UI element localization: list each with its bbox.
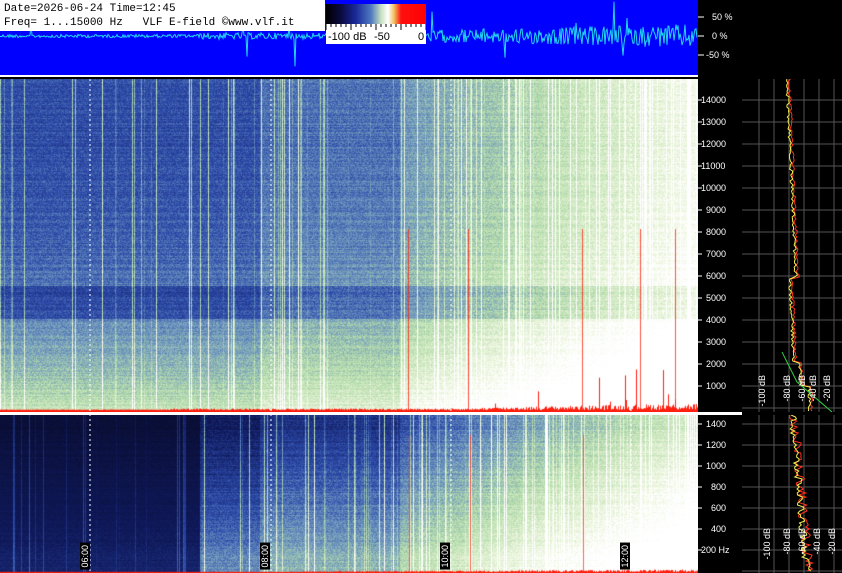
lower-tick-1400: 1400: [706, 419, 727, 429]
color-scale: -100 dB -50 0: [326, 4, 426, 44]
lower-db-label-40: -40 dB: [812, 528, 822, 555]
upper-tick-1000: 1000: [706, 381, 727, 391]
upper-tick-11000: 11000: [701, 161, 726, 171]
upper-db-label-20: -20 dB: [822, 375, 832, 402]
lower-db-label-20: -20 dB: [827, 528, 837, 555]
upper-tick-10000: 10000: [701, 183, 727, 193]
upper-tick-3000: 3000: [706, 337, 727, 347]
waveform-label-50: 50 %: [712, 12, 733, 22]
spectrum-plot-upper: [742, 79, 842, 412]
time-label-0800: 08:00: [260, 543, 270, 570]
lower-tick-1000: 1000: [706, 461, 727, 471]
lower-tick-800: 800: [711, 482, 727, 492]
lower-tick-1200: 1200: [706, 440, 727, 450]
lower-db-label-100: -100 dB: [762, 528, 772, 560]
upper-frequency-axis: 14000 13000 12000 11000 10000 9000 8000 …: [698, 79, 742, 412]
upper-tick-14000: 14000: [701, 95, 727, 105]
upper-tick-12000: 12000: [701, 139, 727, 149]
upper-tick-4000: 4000: [706, 315, 727, 325]
lower-frequency-axis: 1400 1200 1000 800 600 400 200 Hz: [698, 415, 742, 573]
lower-tick-400: 400: [711, 524, 727, 534]
time-label-1000: 10:00: [440, 543, 450, 570]
time-grid: [89, 79, 632, 573]
frequency-label: Freq= 1...15000 Hz VLF E-field ©www.vlf.…: [4, 17, 295, 29]
date-time-label: Date=2026-06-24 Time=12:45: [4, 3, 176, 15]
upper-tick-8000: 8000: [706, 227, 727, 237]
lower-db-label-80: -80 dB: [782, 528, 792, 555]
upper-tick-5000: 5000: [706, 293, 727, 303]
upper-db-label-40: -40 dB: [808, 375, 818, 402]
color-scale-label-mid: -50: [374, 31, 390, 43]
upper-tick-2000: 2000: [706, 359, 727, 369]
waveform-scale-ticks: [698, 16, 704, 56]
upper-tick-9000: 9000: [706, 205, 727, 215]
color-scale-gradient: [326, 4, 426, 24]
info-box: Date=2026-06-24 Time=12:45 Freq= 1...150…: [0, 0, 325, 31]
lower-tick-600: 600: [711, 503, 727, 513]
upper-tick-6000: 6000: [706, 271, 727, 281]
lower-tick-200: 200 Hz: [701, 545, 730, 555]
waveform-label-0: 0 %: [712, 31, 728, 41]
upper-tick-13000: 13000: [701, 117, 727, 127]
upper-tick-7000: 7000: [706, 249, 727, 259]
upper-db-label-100: -100 dB: [757, 375, 767, 407]
color-scale-label-min: -100 dB: [328, 31, 367, 43]
upper-db-label-60: -60 dB: [797, 375, 807, 402]
color-scale-label-max: 0: [418, 31, 425, 43]
time-label-1200: 12:00: [620, 543, 630, 570]
upper-db-label-80: -80 dB: [782, 375, 792, 402]
spectrogram-app: Date=2026-06-24 Time=12:45 Freq= 1...150…: [0, 0, 842, 573]
time-label-0600: 06:00: [80, 543, 90, 570]
lower-db-label-60: -60 dB: [797, 528, 807, 555]
